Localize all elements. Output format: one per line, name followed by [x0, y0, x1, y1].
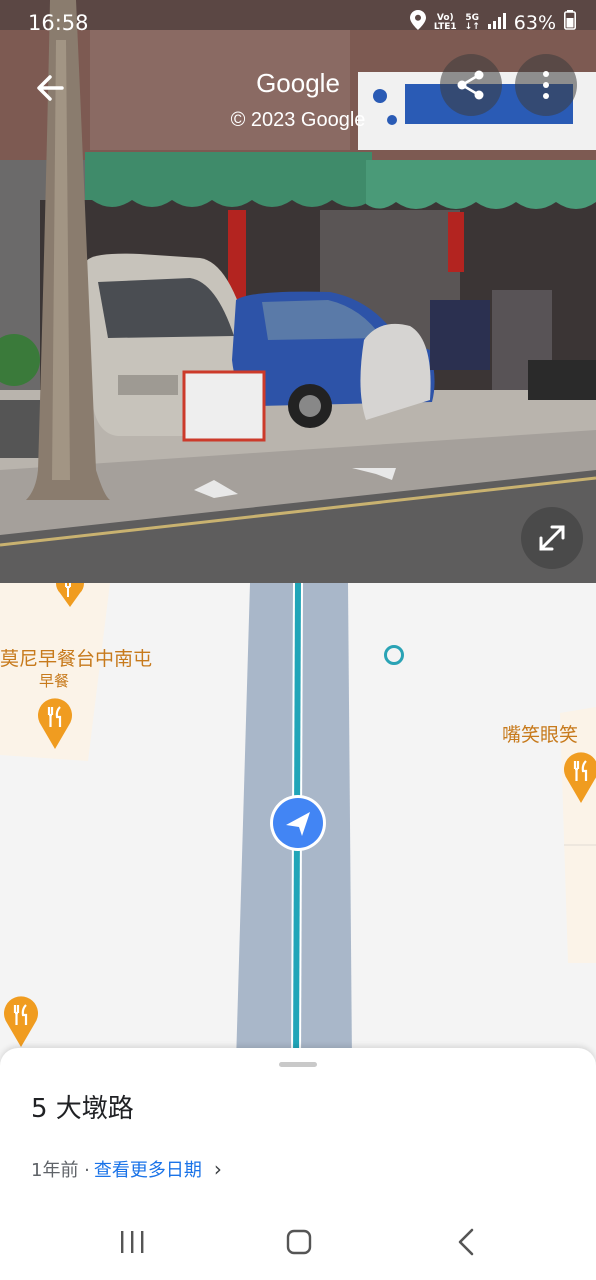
see-more-dates-link[interactable]: 查看更多日期 — [94, 1156, 202, 1182]
recent-apps-button[interactable] — [112, 1226, 152, 1258]
poi-left-category: 早餐 — [39, 672, 70, 690]
share-button[interactable] — [440, 54, 502, 116]
restaurant-pin-top[interactable] — [54, 583, 86, 607]
home-button[interactable] — [279, 1226, 319, 1258]
poi-left-name[interactable]: 莫尼早餐台中南屯 — [0, 644, 152, 671]
status-icons: Vo) LTE1 5G ↓↑ 63% — [409, 10, 576, 35]
share-icon — [457, 70, 484, 100]
status-time: 16:58 — [28, 11, 89, 35]
restaurant-pin-bottom[interactable] — [2, 995, 40, 1047]
poi-right-name[interactable]: 嘴笑眼笑 — [502, 720, 578, 747]
copyright-text: © 2023 Google — [230, 109, 366, 131]
home-icon — [286, 1229, 312, 1255]
expand-icon — [539, 525, 565, 551]
expand-button[interactable] — [521, 507, 583, 569]
status-bar: 16:58 Vo) LTE1 5G ↓↑ 63% — [0, 0, 596, 50]
place-name: 5 大墩路 — [31, 1094, 134, 1124]
restaurant-pin-right[interactable] — [562, 751, 596, 803]
restaurant-pin-left[interactable] — [36, 697, 74, 749]
nav-back-icon — [458, 1228, 474, 1256]
map-view[interactable]: 莫尼早餐台中南屯 早餐 嘴笑眼笑 — [0, 583, 596, 1063]
bottom-sheet[interactable]: 5 大墩路 1年前 · 查看更多日期 › — [0, 1048, 596, 1218]
signal-icon — [487, 12, 506, 34]
current-location-marker[interactable] — [269, 794, 327, 852]
location-icon — [409, 10, 426, 35]
capture-date: 1年前 · — [31, 1160, 90, 1181]
battery-percent: 63% — [513, 11, 556, 34]
system-nav-bar — [0, 1204, 596, 1280]
date-row: 1年前 · 查看更多日期 › — [31, 1156, 222, 1182]
more-vert-icon — [543, 71, 549, 99]
drag-handle[interactable] — [279, 1062, 317, 1067]
nav-back-button[interactable] — [446, 1226, 486, 1258]
network-type-indicator: 5G ↓↑ — [464, 12, 480, 32]
recent-apps-icon — [121, 1231, 144, 1253]
volte-indicator: Vo) LTE1 — [433, 12, 457, 32]
data-arrows-icon: ↓↑ — [464, 21, 480, 32]
battery-icon — [564, 10, 576, 35]
street-view-title: Google — [256, 68, 340, 98]
street-view-toolbar: Google © 2023 Google — [0, 50, 596, 140]
chevron-right-icon[interactable]: › — [214, 1157, 222, 1181]
more-options-button[interactable] — [515, 54, 577, 116]
